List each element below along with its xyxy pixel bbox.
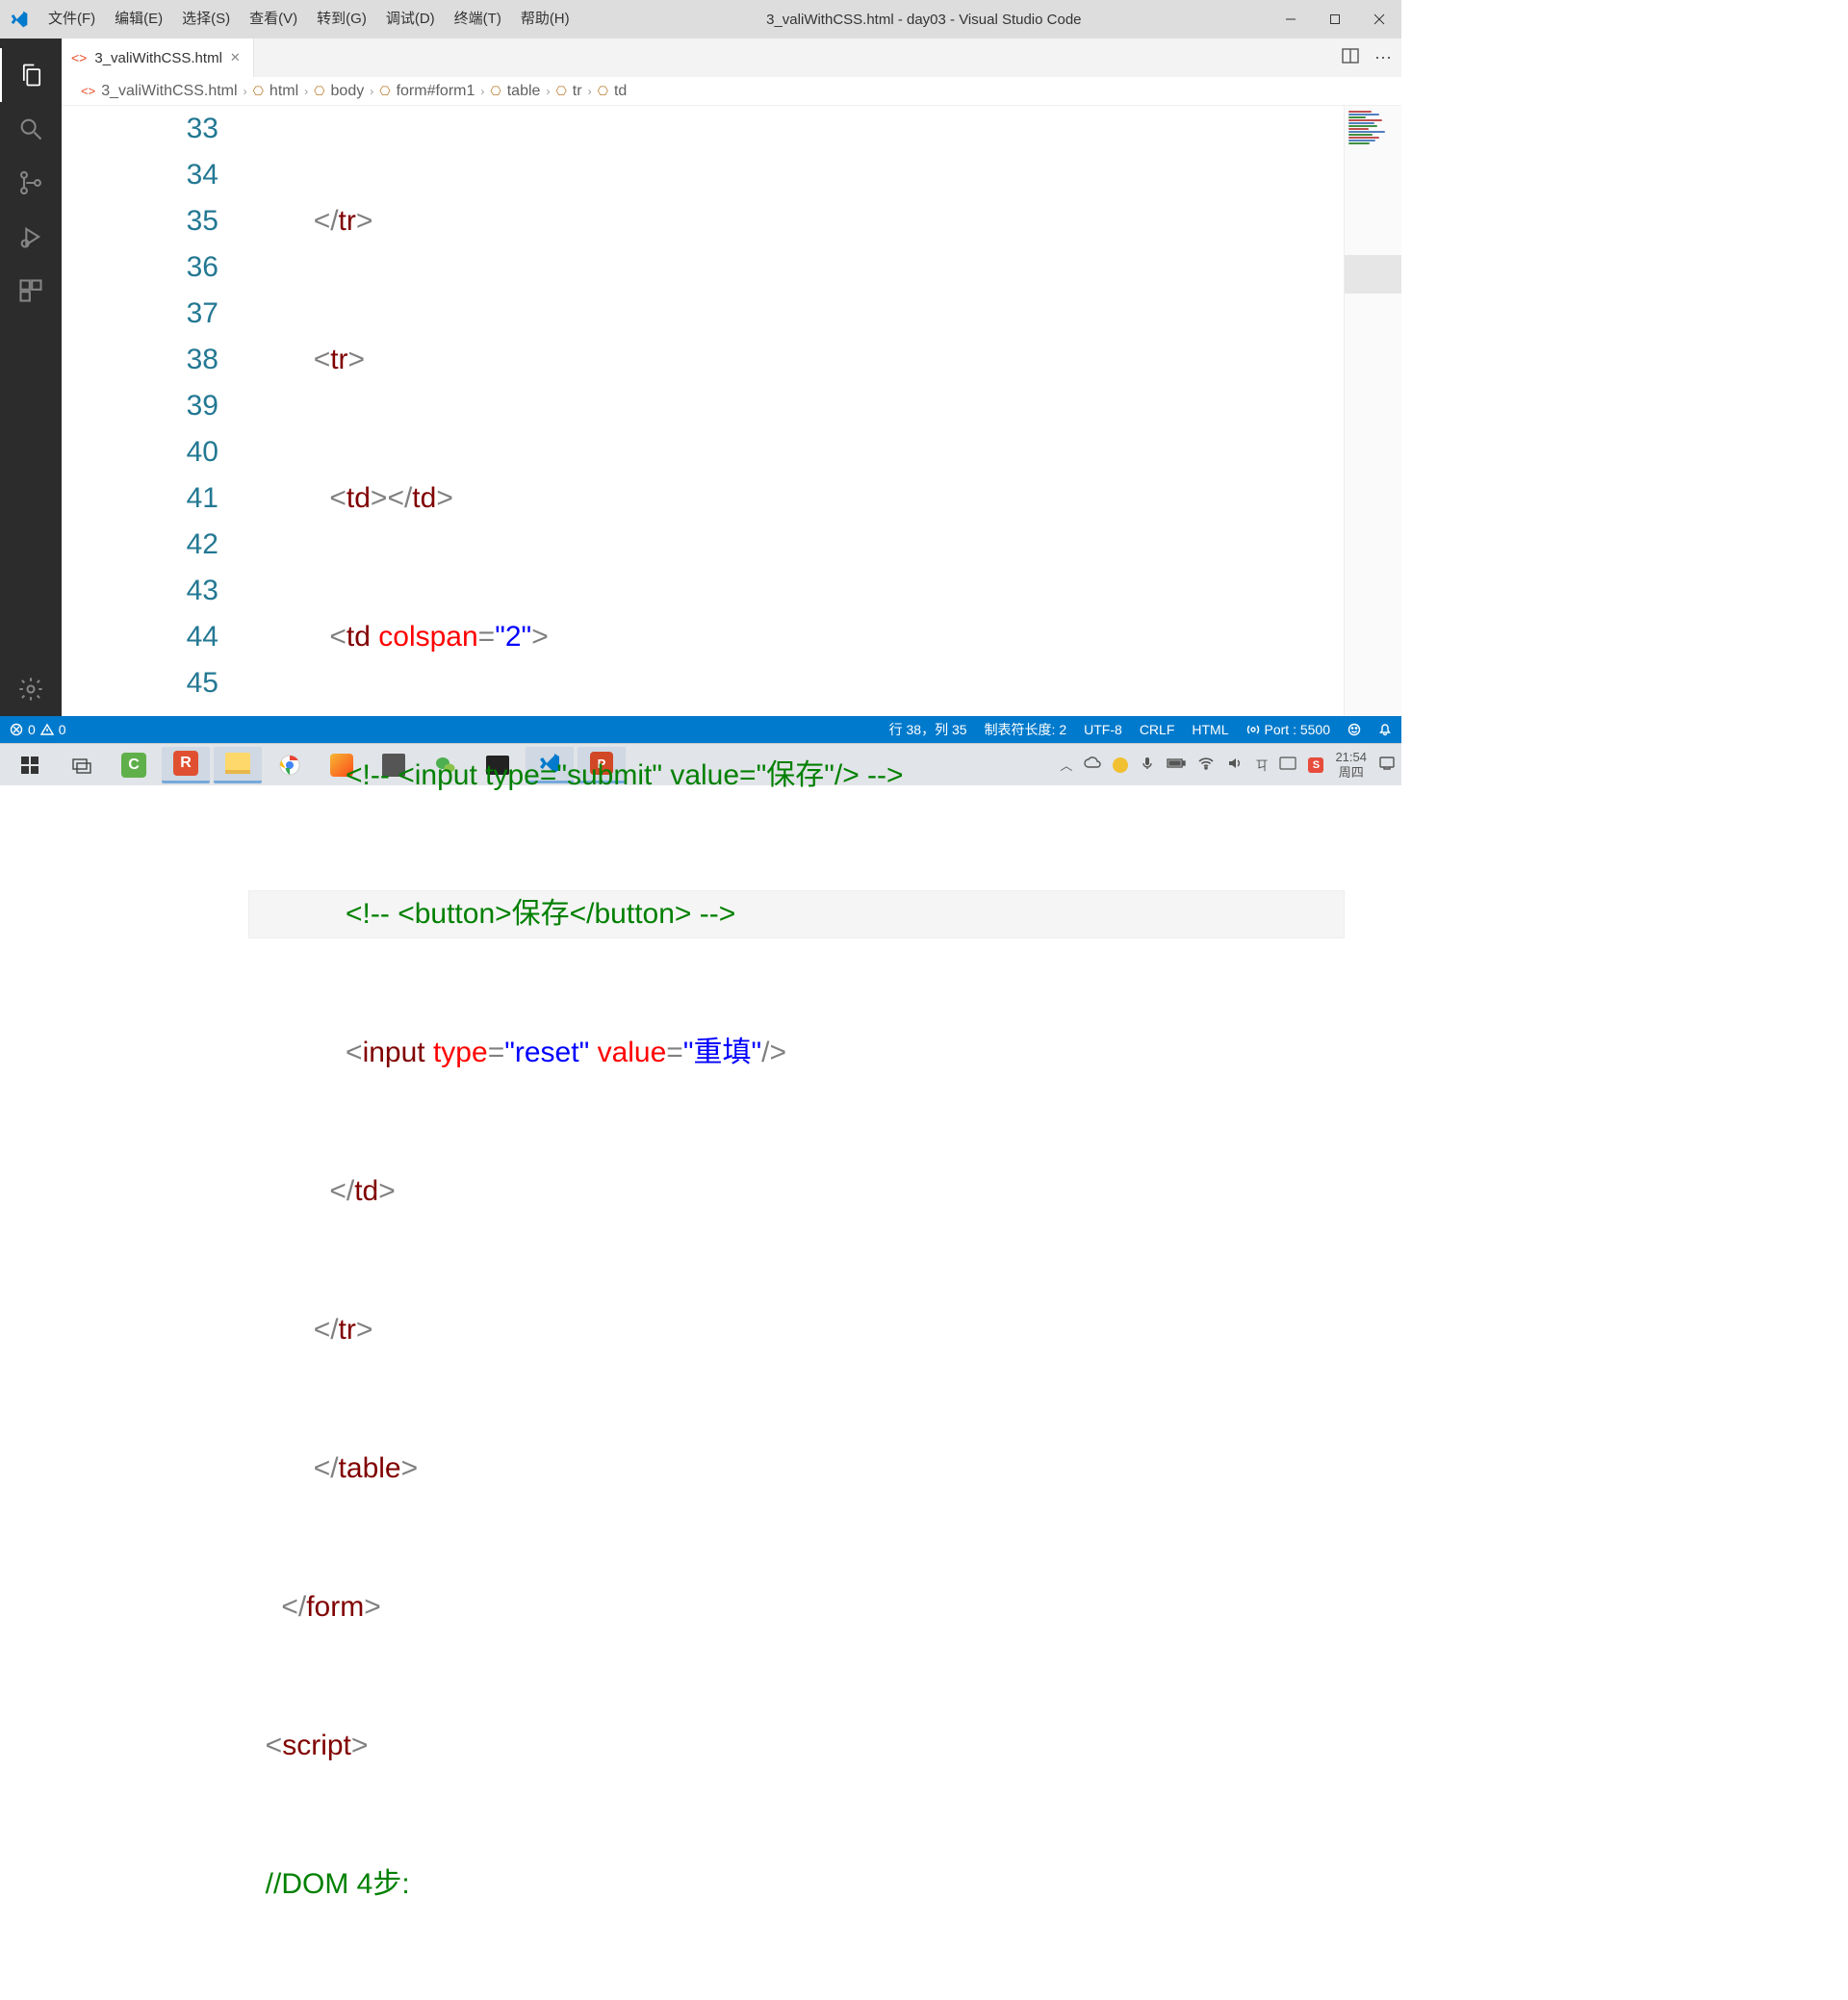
taskbar-app-camtasia[interactable]: C [110, 747, 158, 783]
minimap-viewport[interactable] [1345, 255, 1401, 294]
crumb-td[interactable]: ⎔td [598, 83, 628, 100]
menu-help[interactable]: 帮助(H) [511, 0, 579, 38]
tag-icon: ⎔ [598, 84, 608, 99]
crumb-table[interactable]: ⎔table› [490, 83, 550, 100]
menu-go[interactable]: 转到(G) [307, 0, 376, 38]
tag-icon: ⎔ [314, 84, 324, 99]
crumb-file[interactable]: <>3_valiWithCSS.html› [81, 83, 247, 100]
menu-terminal[interactable]: 终端(T) [445, 0, 511, 38]
html-file-icon: <> [81, 84, 95, 98]
maximize-button[interactable] [1313, 0, 1357, 38]
menu-edit[interactable]: 编辑(E) [105, 0, 172, 38]
menu-selection[interactable]: 选择(S) [172, 0, 240, 38]
menu-file[interactable]: 文件(F) [38, 0, 105, 38]
task-view-icon[interactable] [58, 747, 106, 783]
editor-area: <> 3_valiWithCSS.html ✕ ⋯ <>3_valiWithCS… [62, 38, 1401, 716]
debug-icon[interactable] [0, 210, 62, 264]
breadcrumb: <>3_valiWithCSS.html› ⎔html› ⎔body› ⎔for… [62, 77, 1401, 106]
menu-view[interactable]: 查看(V) [240, 0, 307, 38]
status-problems[interactable]: 0 0 [10, 722, 66, 737]
activity-bar [0, 38, 62, 716]
chevron-right-icon: › [370, 85, 373, 98]
title-bar: 文件(F) 编辑(E) 选择(S) 查看(V) 转到(G) 调试(D) 终端(T… [0, 0, 1401, 38]
settings-gear-icon[interactable] [0, 662, 62, 716]
split-editor-icon[interactable] [1342, 47, 1359, 69]
crumb-tr[interactable]: ⎔tr› [555, 83, 591, 100]
crumb-form[interactable]: ⎔form#form1› [379, 83, 484, 100]
taskbar-app-recorder[interactable]: R [162, 747, 210, 783]
start-button[interactable] [6, 747, 54, 783]
window-title: 3_valiWithCSS.html - day03 - Visual Stud… [579, 12, 1269, 28]
search-icon[interactable] [0, 102, 62, 156]
chevron-right-icon: › [244, 85, 247, 98]
crumb-body[interactable]: ⎔body› [314, 83, 373, 100]
crumb-html[interactable]: ⎔html› [253, 83, 309, 100]
tag-icon: ⎔ [379, 84, 390, 99]
source-control-icon[interactable] [0, 156, 62, 210]
html-file-icon: <> [71, 50, 87, 65]
window-controls [1269, 0, 1401, 38]
chevron-right-icon: › [588, 85, 592, 98]
tab-bar: <> 3_valiWithCSS.html ✕ ⋯ [62, 38, 1401, 77]
menu-debug[interactable]: 调试(D) [376, 0, 445, 38]
tag-icon: ⎔ [555, 84, 566, 99]
chevron-right-icon: › [546, 85, 550, 98]
minimap[interactable] [1344, 106, 1401, 716]
menu-bar: 文件(F) 编辑(E) 选择(S) 查看(V) 转到(G) 调试(D) 终端(T… [38, 0, 579, 38]
line-number-gutter: 33 34 35 36 37 38 39 40 41 42 43 44 45 [62, 106, 249, 716]
minimize-button[interactable] [1269, 0, 1313, 38]
code-content[interactable]: </tr> <tr> <td></td> <td colspan="2"> <!… [249, 106, 1344, 716]
tag-icon: ⎔ [490, 84, 500, 99]
status-feedback-icon[interactable] [1348, 723, 1361, 736]
code-editor[interactable]: 33 34 35 36 37 38 39 40 41 42 43 44 45 <… [62, 106, 1401, 716]
status-bell-icon[interactable] [1378, 723, 1392, 736]
editor-tab[interactable]: <> 3_valiWithCSS.html ✕ [62, 38, 254, 77]
chevron-right-icon: › [304, 85, 308, 98]
more-actions-icon[interactable]: ⋯ [1374, 48, 1392, 68]
extensions-icon[interactable] [0, 264, 62, 318]
vscode-logo-icon [0, 10, 38, 29]
chevron-right-icon: › [480, 85, 484, 98]
explorer-icon[interactable] [0, 48, 62, 102]
tag-icon: ⎔ [253, 84, 264, 99]
tray-notifications-icon[interactable] [1378, 755, 1396, 775]
tab-filename: 3_valiWithCSS.html [94, 50, 222, 66]
close-button[interactable] [1357, 0, 1401, 38]
tab-close-icon[interactable]: ✕ [230, 50, 241, 65]
